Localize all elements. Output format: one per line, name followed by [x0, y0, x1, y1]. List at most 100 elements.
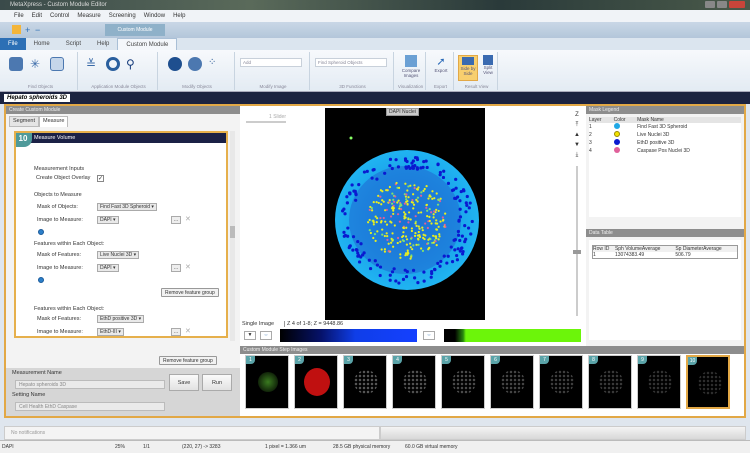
menu-measure[interactable]: Measure [77, 10, 100, 22]
branch-icon[interactable]: ✳ [30, 57, 44, 71]
magnet-icon[interactable]: ⚲ [126, 57, 140, 71]
side-by-side-button[interactable]: Side by Side [458, 55, 478, 81]
step-thumbnail[interactable]: 5 [441, 355, 485, 409]
fit-range-icon[interactable]: ⇔ [260, 331, 272, 340]
view-mode[interactable]: Single Image [242, 321, 274, 327]
open-icon[interactable] [12, 25, 21, 34]
remove-icon[interactable]: − [35, 25, 40, 35]
menu-window[interactable]: Window [144, 10, 165, 22]
legend-row[interactable]: 4 Caspase Pos Nuclei 3D [589, 147, 741, 155]
green-channel-lut[interactable] [444, 329, 581, 342]
measurement-name-input[interactable]: Hepato spheroids 3D [15, 380, 165, 389]
z-slider[interactable] [573, 166, 581, 316]
nucleus-dot [463, 223, 467, 228]
last-slice-icon[interactable]: ⤓ [573, 150, 581, 160]
nucleus-dot [424, 222, 427, 225]
mask-of-features-dropdown[interactable]: EthD positive 3D ▾ [97, 315, 145, 323]
nucleus-dot [426, 209, 429, 212]
step-thumbnail[interactable]: 9 [637, 355, 681, 409]
modify-image-select[interactable]: Add [240, 58, 302, 67]
compare-images-button[interactable]: Compare Images [396, 55, 426, 78]
minimize-button[interactable] [705, 1, 715, 8]
mask-of-features-dropdown[interactable]: Live Nuclei 3D ▾ [97, 251, 140, 259]
setting-name-input[interactable]: Cell Health EthD Caspase [15, 402, 165, 411]
tab-script[interactable]: Script [58, 38, 89, 50]
dots-icon[interactable]: ⁘ [208, 57, 222, 71]
mask-of-objects-dropdown[interactable]: Find Fast 3D Spheroid ▾ [97, 203, 157, 211]
fit-range-icon[interactable]: ⇔ [423, 331, 435, 340]
image-viewer: 1 Slider DAPI Nuclei Z ⤒ ▲ ▼ ⤓ Single Im… [240, 106, 586, 346]
tab-file[interactable]: File [0, 38, 26, 50]
add-icon[interactable] [38, 229, 44, 235]
close-icon[interactable]: ✕ [185, 327, 191, 335]
dropdown-icon[interactable]: ▼ [244, 331, 256, 340]
step-thumbnail[interactable]: 6 [490, 355, 534, 409]
3d-functions-select[interactable]: Find Spheroid Objects [315, 58, 387, 67]
image-to-measure-dropdown[interactable]: DAPI ▾ [97, 216, 119, 224]
split-view-button[interactable]: Split View [479, 55, 497, 75]
tab-home[interactable]: Home [26, 38, 58, 50]
legend-row[interactable]: 3 EthD positive 3D [589, 139, 741, 147]
close-icon[interactable]: ✕ [185, 215, 191, 223]
step-number-badge: 8 [589, 356, 598, 364]
legend-row[interactable]: 2 Live Nuclei 3D [589, 131, 741, 139]
nucleus-dot [426, 215, 429, 218]
close-button[interactable] [729, 1, 745, 8]
add-icon[interactable] [38, 277, 44, 283]
remove-feature-group-button[interactable]: Remove feature group [161, 288, 219, 297]
maximize-button[interactable] [717, 1, 727, 8]
menu-edit[interactable]: Edit [32, 10, 42, 22]
table-row[interactable]: 1 13074383.49 506.79 [593, 252, 738, 259]
export-button[interactable]: ➚ Export [428, 55, 454, 73]
cell-icon[interactable] [50, 57, 64, 71]
merge-icon[interactable] [188, 57, 202, 71]
blue-channel-lut[interactable] [280, 329, 417, 342]
tab-custom-module[interactable]: Custom Module [117, 38, 178, 50]
nucleus-dot [461, 188, 466, 192]
step-thumbnail[interactable]: 7 [539, 355, 583, 409]
browse-button[interactable]: … [171, 264, 181, 272]
nucleus-dot [407, 218, 410, 221]
tab-help[interactable]: Help [89, 38, 117, 50]
spheroid-image[interactable] [325, 108, 485, 320]
scrollbar[interactable] [230, 131, 235, 341]
create-overlay-checkbox[interactable]: ✓ [97, 175, 104, 182]
lines-icon[interactable]: ≚ [86, 57, 100, 71]
menu-screening[interactable]: Screening [109, 10, 136, 22]
document-tab[interactable]: Hepato spheroids 3D [4, 94, 71, 102]
object-icon[interactable] [168, 57, 182, 71]
add-icon[interactable]: + [25, 25, 30, 35]
menu-file[interactable]: File [14, 10, 24, 22]
step-thumbnail[interactable]: 2 [294, 355, 338, 409]
browse-button[interactable]: … [171, 216, 181, 224]
image-to-measure-dropdown[interactable]: EthD-III ▾ [97, 328, 124, 336]
nucleus-dot [463, 240, 467, 244]
close-icon[interactable]: ✕ [185, 263, 191, 271]
step-thumbnail[interactable]: 4 [392, 355, 436, 409]
remove-feature-group-button[interactable]: Remove feature group [159, 356, 217, 365]
step-thumbnail[interactable]: 8 [588, 355, 632, 409]
find-objects-icon[interactable] [9, 57, 23, 71]
nucleus-dot [406, 251, 409, 254]
browse-button[interactable]: … [171, 328, 181, 336]
up-icon[interactable]: ▲ [573, 130, 581, 140]
step-thumbnail[interactable]: 10 [686, 355, 730, 409]
ring-icon[interactable] [106, 57, 120, 71]
zoom-slider[interactable]: 1 Slider [246, 114, 286, 123]
step-thumbnail[interactable]: 1 [245, 355, 289, 409]
first-slice-icon[interactable]: ⤒ [573, 120, 581, 130]
save-button[interactable]: Save [169, 374, 199, 391]
tab-measure[interactable]: Measure [39, 116, 69, 127]
menu-help[interactable]: Help [173, 10, 185, 22]
down-icon[interactable]: ▼ [573, 140, 581, 150]
legend-row[interactable]: 1 Find Fast 3D Spheroid [589, 123, 741, 131]
image-to-measure-dropdown[interactable]: DAPI ▾ [97, 264, 119, 272]
run-button[interactable]: Run [202, 374, 232, 391]
nucleus-dot [469, 232, 473, 236]
menu-control[interactable]: Control [50, 10, 69, 22]
nucleus-dot [432, 234, 435, 237]
menu-bar: File Edit Control Measure Screening Wind… [0, 10, 750, 22]
step-thumbnail[interactable]: 3 [343, 355, 387, 409]
nucleus-dot [347, 246, 351, 250]
tab-segment[interactable]: Segment [9, 116, 40, 127]
